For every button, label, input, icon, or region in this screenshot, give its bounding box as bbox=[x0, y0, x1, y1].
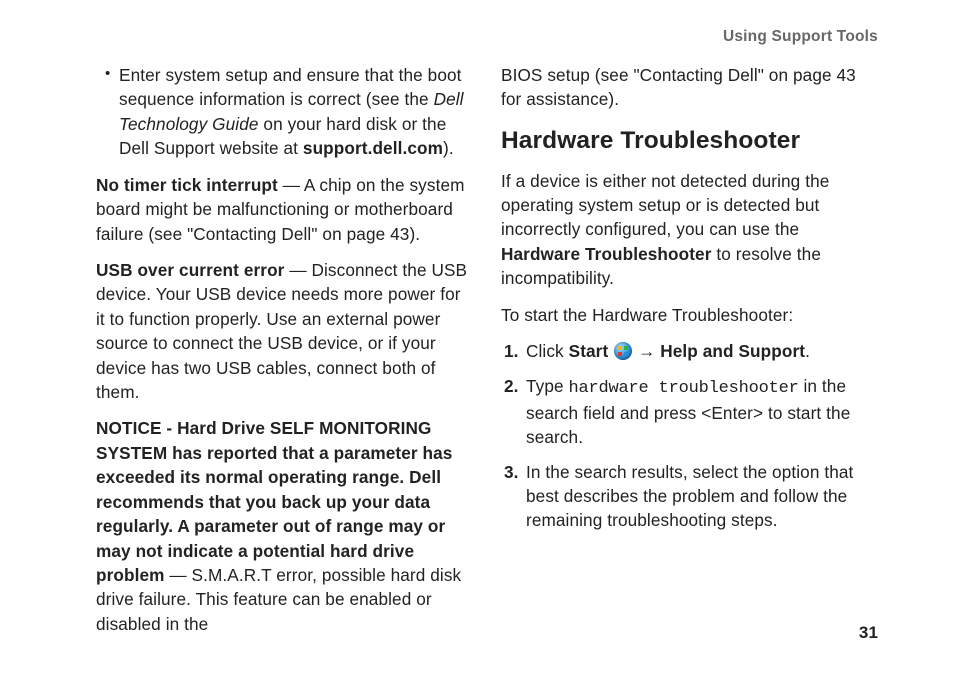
paragraph-continuation: BIOS setup (see "Contacting Dell" on pag… bbox=[501, 63, 878, 112]
paragraph-lead-in: To start the Hardware Troubleshooter: bbox=[501, 303, 878, 327]
page-number: 31 bbox=[859, 621, 878, 645]
section-heading: Hardware Troubleshooter bbox=[501, 124, 878, 159]
body-text: Type bbox=[526, 376, 569, 396]
bullet-boot-sequence: Enter system setup and ensure that the b… bbox=[96, 63, 473, 161]
step-1: Click Start → Help and Support. bbox=[501, 339, 878, 363]
manual-page: Using Support Tools Enter system setup a… bbox=[0, 0, 954, 677]
paragraph-usb-error: USB over current error — Disconnect the … bbox=[96, 258, 473, 405]
step-3: In the search results, select the option… bbox=[501, 460, 878, 533]
left-column: Enter system setup and ensure that the b… bbox=[96, 63, 473, 648]
body-text: — Disconnect the USB device. Your USB de… bbox=[96, 260, 467, 402]
bold-term: Hardware Troubleshooter bbox=[501, 244, 712, 264]
right-column: BIOS setup (see "Contacting Dell" on pag… bbox=[501, 63, 878, 648]
body-text: In the search results, select the option… bbox=[526, 462, 853, 531]
ui-label-start: Start bbox=[569, 341, 609, 361]
windows-start-icon bbox=[614, 342, 632, 360]
paragraph-no-timer: No timer tick interrupt — A chip on the … bbox=[96, 173, 473, 246]
error-name: No timer tick interrupt bbox=[96, 175, 278, 195]
bold-url: support.dell.com bbox=[303, 138, 443, 158]
body-text: . bbox=[805, 341, 810, 361]
numbered-steps: Click Start → Help and Support. Type har… bbox=[501, 339, 878, 533]
step-2: Type hardware troubleshooter in the sear… bbox=[501, 374, 878, 450]
body-text: ). bbox=[443, 138, 454, 158]
body-text: Click bbox=[526, 341, 569, 361]
two-column-layout: Enter system setup and ensure that the b… bbox=[96, 63, 878, 648]
notice-text: NOTICE - Hard Drive SELF MONITORING SYST… bbox=[96, 418, 452, 585]
arrow-text: → bbox=[633, 341, 660, 361]
body-text: Enter system setup and ensure that the b… bbox=[119, 65, 462, 109]
code-text: hardware troubleshooter bbox=[569, 379, 799, 398]
body-text: If a device is either not detected durin… bbox=[501, 171, 829, 240]
body-text bbox=[608, 341, 613, 361]
paragraph-intro: If a device is either not detected durin… bbox=[501, 169, 878, 291]
running-header: Using Support Tools bbox=[723, 26, 878, 48]
ui-label-help: Help and Support bbox=[660, 341, 805, 361]
error-name: USB over current error bbox=[96, 260, 284, 280]
paragraph-smart-notice: NOTICE - Hard Drive SELF MONITORING SYST… bbox=[96, 416, 473, 636]
